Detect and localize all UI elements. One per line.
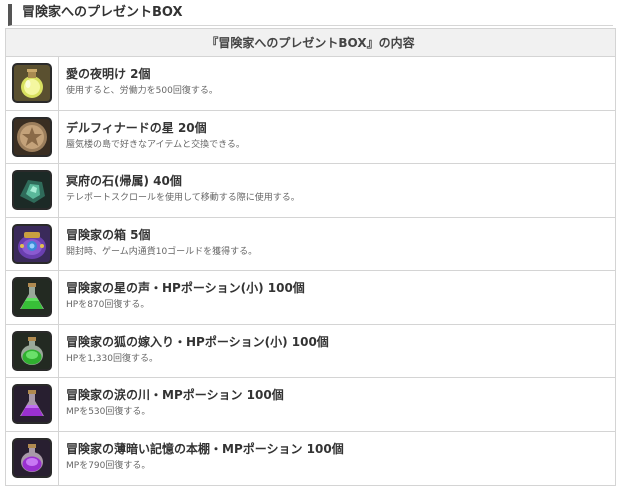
yellow-potion-icon: [12, 63, 52, 104]
item-name: 冒険家の涙の川・MPポーション 100個: [66, 388, 284, 402]
table-row: 愛の夜明け 2個 使用すると、労働力を500回復する。: [6, 57, 615, 111]
table-row: 冒険家の薄暗い記憶の本棚・MPポーション 100個 MPを790回復する。: [6, 431, 615, 485]
item-name: 冒険家の星の声・HPポーション(小) 100個: [66, 281, 305, 295]
green-flask-icon: [12, 330, 52, 371]
item-name: 愛の夜明け 2個: [66, 67, 151, 81]
table-row: 冒険家の涙の川・MPポーション 100個 MPを530回復する。: [6, 378, 615, 432]
item-name: 冒険家の箱 5個: [66, 227, 151, 242]
table-row: 冒険家の箱 5個 開封時、ゲーム内通貨10ゴールドを獲得する。: [6, 217, 615, 271]
table-header: 『冒険家へのプレゼントBOX』の内容: [6, 29, 615, 57]
item-description: HPを1,330回復する。: [66, 353, 158, 364]
item-description: HPを870回復する。: [66, 300, 150, 310]
item-description: 開封時、ゲーム内通貨10ゴールドを獲得する。: [66, 246, 258, 257]
star-coin-icon: [12, 116, 52, 157]
green-flask-icon: [12, 277, 52, 318]
table-row: デルフィナードの星 20個 蜃気楼の島で好きなアイテムと交換できる。: [6, 110, 615, 164]
purple-flask-icon: [12, 438, 52, 479]
treasure-pouch-icon: [12, 223, 52, 264]
item-description: MPを530回復する。: [66, 407, 151, 417]
item-description: 蜃気楼の島で好きなアイテムと交換できる。: [66, 139, 245, 150]
item-description: テレポートスクロールを使用して移動する際に使用する。: [66, 193, 300, 203]
item-name: デルフィナードの星 20個: [66, 120, 207, 135]
item-description: MPを790回復する。: [66, 460, 151, 471]
item-name: 冥府の石(帰属) 40個: [66, 174, 182, 188]
gift-box-contents-table: 『冒険家へのプレゼントBOX』の内容 愛の夜明け 2個 使用すると、労働力を50…: [5, 28, 616, 486]
item-name: 冒険家の薄暗い記憶の本棚・MPポーション 100個: [66, 441, 344, 456]
table-row: 冒険家の星の声・HPポーション(小) 100個 HPを870回復する。: [6, 271, 615, 325]
table-row: 冒険家の狐の嫁入り・HPポーション(小) 100個 HPを1,330回復する。: [6, 324, 615, 378]
page-heading: 冒険家へのプレゼントBOX: [8, 4, 613, 26]
purple-flask-icon: [12, 384, 52, 425]
teleport-stone-icon: [12, 170, 52, 211]
table-row: 冥府の石(帰属) 40個 テレポートスクロールを使用して移動する際に使用する。: [6, 164, 615, 218]
item-description: 使用すると、労働力を500回復する。: [66, 86, 218, 96]
item-name: 冒険家の狐の嫁入り・HPポーション(小) 100個: [66, 334, 329, 349]
